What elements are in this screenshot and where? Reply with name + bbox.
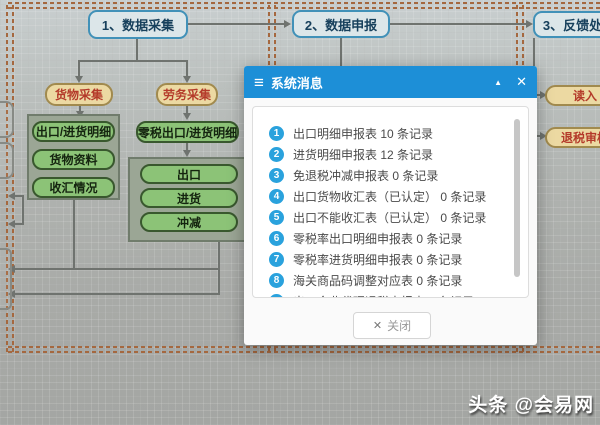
collapse-icon[interactable]: ▲ [494,78,502,87]
node-read-in[interactable]: 读入 [545,85,600,106]
message-row: 1 出口明细申报表 10 条记录 [269,123,433,144]
number-badge: 6 [269,231,284,246]
message-text: 进货明细申报表 12 条记录 [293,146,433,163]
connector [10,293,220,295]
close-button-x-icon: ✕ [373,319,382,332]
dialog-title: 系统消息 [271,73,323,92]
connector [73,197,75,269]
lane-border-top-2 [8,7,600,9]
node-purchase[interactable]: 进货 [140,188,238,208]
node-goods-info[interactable]: 货物资料 [32,149,115,170]
node-forex-status[interactable]: 收汇情况 [32,177,115,198]
number-badge: 5 [269,210,284,225]
dialog-header[interactable]: ≡ 系统消息 ▲ ✕ [244,66,537,98]
number-badge: 8 [269,273,284,288]
message-text: 出口企业代理退税申报表 0 条记录 [293,293,474,298]
connector [188,23,284,25]
message-row: 6 零税率出口明细申报表 0 条记录 [269,228,462,249]
node-refund-review[interactable]: 退税审核 [545,127,600,148]
lane-border-bottom-2 [8,351,600,353]
node-export-purchase-detail[interactable]: 出口/进货明细 [32,121,115,142]
connector [78,60,80,76]
connector [390,23,526,25]
connector [22,195,24,225]
node-labor-collect[interactable]: 劳务采集 [156,83,218,106]
offscreen-node [0,248,12,310]
arrow-left [4,220,15,228]
connector [136,38,138,61]
message-row: 2 进货明细申报表 12 条记录 [269,144,433,165]
lane-border-left-2 [12,2,14,352]
phase-node-feedback[interactable]: 3、反馈处理 [533,11,600,38]
connector [78,60,188,62]
node-goods-collect[interactable]: 货物采集 [45,83,113,106]
message-list: 1 出口明细申报表 10 条记录 2 进货明细申报表 12 条记录 3 免退税冲… [252,106,529,298]
message-text: 出口明细申报表 10 条记录 [293,125,433,142]
message-text: 零税率进货明细申报表 0 条记录 [293,251,462,268]
scrollbar[interactable] [514,119,520,277]
message-text: 零税率出口明细申报表 0 条记录 [293,230,462,247]
lane-border-top-1 [8,2,600,4]
message-row: 9 出口企业代理退税申报表 0 条记录 [269,291,474,298]
connector [10,268,220,270]
node-export[interactable]: 出口 [140,164,238,184]
message-row: 8 海关商品码调整对应表 0 条记录 [269,270,462,291]
connector [186,60,188,76]
system-message-dialog: ≡ 系统消息 ▲ ✕ 1 出口明细申报表 10 条记录 2 进货明细申报表 12… [244,66,537,345]
node-writeoff[interactable]: 冲减 [140,212,238,232]
close-icon[interactable]: ✕ [516,74,527,90]
arrow-left [4,192,15,200]
number-badge: 3 [269,168,284,183]
message-row: 7 零税率进货明细申报表 0 条记录 [269,249,462,270]
phase-node-data-collect[interactable]: 1、数据采集 [88,10,188,39]
message-text: 免退税冲减申报表 0 条记录 [293,167,438,184]
number-badge: 4 [269,189,284,204]
connector [340,38,342,68]
message-text: 出口不能收汇表（已认定） 0 条记录 [293,209,486,226]
phase-node-data-declare[interactable]: 2、数据申报 [292,10,390,38]
offscreen-node [0,142,14,179]
number-badge: 9 [269,294,284,298]
menu-icon: ≡ [254,74,264,91]
watermark-text: 头条 @会易网 [468,390,594,417]
message-row: 3 免退税冲减申报表 0 条记录 [269,165,438,186]
offscreen-node [0,101,14,138]
flowchart-canvas: 1、数据采集 2、数据申报 3、反馈处理 货物采集 劳务采集 读入 退税审核 出… [0,0,600,425]
number-badge: 2 [269,147,284,162]
message-text: 出口货物收汇表（已认定） 0 条记录 [293,188,486,205]
close-button-label: 关闭 [387,317,411,334]
message-text: 海关商品码调整对应表 0 条记录 [293,272,462,289]
close-button[interactable]: ✕ 关闭 [353,312,431,339]
number-badge: 1 [269,126,284,141]
number-badge: 7 [269,252,284,267]
message-row: 5 出口不能收汇表（已认定） 0 条记录 [269,207,486,228]
lane-border-bottom-1 [8,346,600,348]
node-zerotax-detail[interactable]: 零税出口/进货明细 [136,121,239,143]
message-row: 4 出口货物收汇表（已认定） 0 条记录 [269,186,486,207]
